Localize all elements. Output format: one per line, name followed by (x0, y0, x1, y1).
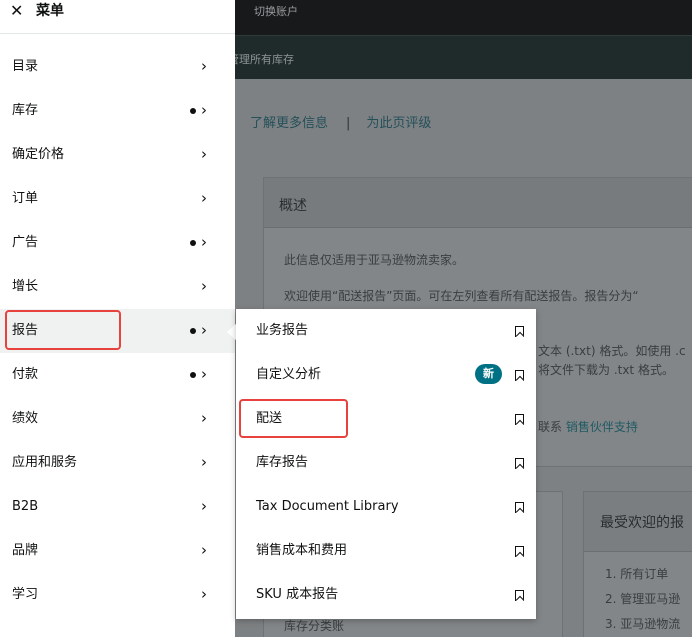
chevron-right-icon: › (201, 409, 207, 427)
link-separator: | (346, 116, 351, 131)
menu-item[interactable]: 订单 › (0, 177, 235, 221)
popular-item-1[interactable]: 1. 所有订单 (605, 565, 668, 582)
highlight-reports (5, 310, 121, 350)
chevron-right-icon: › (201, 541, 207, 559)
overview-line-1: 此信息仅适用于亚马逊物流卖家。 (284, 253, 465, 267)
bookmark-icon[interactable] (515, 546, 524, 557)
contact-line: 联系 销售伙伴支持 (538, 418, 638, 435)
popular-item-3[interactable]: 3. 亚马逊物流 (605, 615, 680, 632)
menu-item-label: 绩效 (12, 411, 39, 426)
notification-dot-icon (190, 372, 196, 378)
menu-item-label: 广告 (12, 235, 39, 250)
menu-item[interactable]: 库存 › (0, 89, 235, 133)
menu-item-label: 确定价格 (12, 147, 65, 162)
notification-dot-icon (190, 108, 196, 114)
chevron-right-icon: › (201, 145, 207, 163)
chevron-right-icon: › (201, 101, 207, 119)
manage-inventory-breadcrumb[interactable]: 管理所有库存 (228, 51, 294, 67)
overview-line-3: 文本 (.txt) 格式。如使用 .c (538, 344, 686, 358)
popular-reports-title: 最受欢迎的报 (584, 492, 692, 552)
learn-more-link[interactable]: 了解更多信息 (250, 116, 328, 131)
reports-submenu: 业务报告 自定义分析新配送 库存报告 Tax Document Library 销售成本… (236, 309, 536, 619)
menu-item[interactable]: 目录 › (0, 45, 235, 89)
menu-item[interactable]: 应用和服务 › (0, 441, 235, 485)
bookmark-icon[interactable] (515, 370, 524, 381)
submenu-item[interactable]: SKU 成本报告 (236, 573, 536, 617)
highlight-fulfillment (239, 399, 348, 438)
submenu-item-label: 业务报告 (256, 323, 309, 338)
menu-item-label: 目录 (12, 59, 39, 74)
menu-item[interactable]: 付款 › (0, 353, 235, 397)
submenu-item-label: 销售成本和费用 (256, 543, 348, 558)
switch-account-link[interactable]: 切换账户 (254, 3, 298, 19)
inventory-ledger-link[interactable]: 库存分类账 (284, 617, 344, 634)
menu-item[interactable]: 绩效 › (0, 397, 235, 441)
submenu-item-label: 库存报告 (256, 455, 309, 470)
menu-item[interactable]: 增长 › (0, 265, 235, 309)
menu-header: ✕ 菜单 (0, 0, 235, 34)
new-badge: 新 (475, 364, 502, 384)
menu-item[interactable]: 学习 › (0, 573, 235, 617)
submenu-item[interactable]: 自定义分析 新 (236, 353, 536, 397)
menu-item-label: 付款 (12, 367, 39, 382)
menu-item-label: 订单 (12, 191, 39, 206)
menu-item[interactable]: 广告 › (0, 221, 235, 265)
bookmark-icon[interactable] (515, 326, 524, 337)
close-icon[interactable]: ✕ (10, 1, 23, 21)
submenu-item[interactable]: Tax Document Library (236, 485, 536, 529)
page-links: 了解更多信息 | 为此页评级 (250, 112, 431, 131)
partner-support-link[interactable]: 销售伙伴支持 (566, 420, 638, 434)
contact-prefix: 联系 (538, 420, 563, 434)
menu-item-label: 增长 (12, 279, 39, 294)
chevron-right-icon: › (201, 453, 207, 471)
overview-line-4: 将文件下载为 .txt 格式。 (538, 363, 674, 377)
notification-dot-icon (190, 328, 196, 334)
menu-item-label: 品牌 (12, 543, 39, 558)
rate-page-link[interactable]: 为此页评级 (366, 116, 431, 131)
chevron-right-icon: › (201, 585, 207, 603)
bookmark-icon[interactable] (515, 502, 524, 513)
menu-item-label: 库存 (12, 103, 39, 118)
submenu-item[interactable]: 业务报告 (236, 309, 536, 353)
menu-item[interactable]: 确定价格 › (0, 133, 235, 177)
submenu-item-label: Tax Document Library (256, 499, 399, 514)
overview-line-2: 欢迎使用“配送报告”页面。可在左列查看所有配送报告。报告分为“ (284, 289, 639, 303)
menu-item-label: 应用和服务 (12, 455, 78, 470)
menu-item-label: 学习 (12, 587, 39, 602)
chevron-right-icon: › (201, 321, 207, 339)
chevron-right-icon: › (201, 497, 207, 515)
bookmark-icon[interactable] (515, 414, 524, 425)
menu-item-label: B2B (12, 499, 39, 514)
chevron-right-icon: › (201, 277, 207, 295)
chevron-right-icon: › (201, 365, 207, 383)
menu-item[interactable]: 品牌 › (0, 529, 235, 573)
chevron-right-icon: › (201, 233, 207, 251)
overview-title: 概述 (264, 178, 692, 228)
menu-item[interactable]: B2B › (0, 485, 235, 529)
submenu-item[interactable]: 销售成本和费用 (236, 529, 536, 573)
chevron-right-icon: › (201, 189, 207, 207)
bookmark-icon[interactable] (515, 458, 524, 469)
submenu-item-label: 自定义分析 (256, 367, 322, 382)
submenu-item[interactable]: 库存报告 (236, 441, 536, 485)
notification-dot-icon (190, 240, 196, 246)
bookmark-icon[interactable] (515, 590, 524, 601)
menu-title: 菜单 (36, 3, 64, 19)
popular-item-2[interactable]: 2. 管理亚马逊 (605, 590, 680, 607)
submenu-item-label: SKU 成本报告 (256, 587, 339, 602)
chevron-right-icon: › (201, 57, 207, 75)
